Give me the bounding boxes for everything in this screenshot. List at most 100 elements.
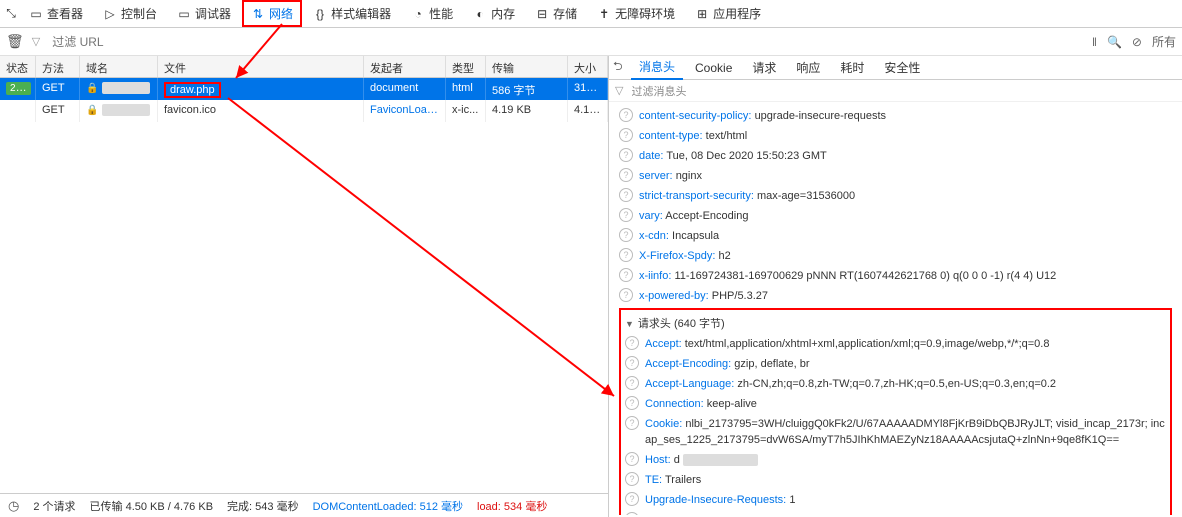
table-row[interactable]: GET 🔒 xxxxxxxx favicon.ico FaviconLoad..… xyxy=(0,100,608,122)
header-value: Accept-Encoding xyxy=(665,210,748,222)
table-header: 状态 方法 域名 文件 发起者 类型 传输 大小 xyxy=(0,56,608,78)
col-transfer[interactable]: 传输 xyxy=(486,56,568,77)
response-header-row: ?X-Firefox-Spdy: h2 xyxy=(619,246,1172,266)
help-icon[interactable]: ? xyxy=(625,416,639,430)
response-header-row: ?x-powered-by: PHP/5.3.27 xyxy=(619,286,1172,306)
help-icon[interactable]: ? xyxy=(625,376,639,390)
header-filter-label[interactable]: 过滤消息头 xyxy=(631,83,686,99)
transferred: 已传输 4.50 KB / 4.76 KB xyxy=(90,498,214,514)
back-icon[interactable]: ⮌ xyxy=(613,57,627,78)
request-header-row: ?Host: d xxxxxxxxxxxxx xyxy=(625,450,1166,470)
help-icon[interactable]: ? xyxy=(619,108,633,122)
perf-icon[interactable]: ◷ xyxy=(8,498,19,514)
tab-accessibility[interactable]: ✝无障碍环境 xyxy=(588,0,684,27)
header-value: h2 xyxy=(718,250,730,262)
filter-all[interactable]: 所有 xyxy=(1152,33,1176,50)
help-icon[interactable]: ? xyxy=(619,208,633,222)
tab-storage[interactable]: ⊟存储 xyxy=(526,0,586,27)
help-icon[interactable]: ? xyxy=(619,128,633,142)
help-icon[interactable]: ? xyxy=(625,396,639,410)
tab-request[interactable]: 请求 xyxy=(744,56,784,79)
cell xyxy=(0,100,36,122)
header-name: Host: xyxy=(645,454,671,466)
help-icon[interactable]: ? xyxy=(619,148,633,162)
cell: draw.php xyxy=(158,78,364,100)
header-name: server: xyxy=(639,170,673,182)
console-icon: ▷ xyxy=(103,7,117,21)
col-domain[interactable]: 域名 xyxy=(80,56,158,77)
file-highlight: draw.php xyxy=(164,82,221,98)
tool-label: 查看器 xyxy=(47,5,83,22)
col-type[interactable]: 类型 xyxy=(446,56,486,77)
cell: 586 字节 xyxy=(486,78,568,100)
tab-memory[interactable]: ◐内存 xyxy=(464,0,524,27)
load-time: load: 534 毫秒 xyxy=(477,498,547,514)
tab-timings[interactable]: 耗时 xyxy=(832,56,872,79)
response-header-row: ?server: nginx xyxy=(619,166,1172,186)
col-size[interactable]: 大小 xyxy=(568,56,608,77)
url-filter-input[interactable] xyxy=(52,35,1084,49)
help-icon[interactable]: ? xyxy=(619,168,633,182)
search-icon[interactable]: 🔍 xyxy=(1107,35,1122,49)
response-header-row: ?content-type: text/html xyxy=(619,126,1172,146)
cell: GET xyxy=(36,78,80,100)
tab-network[interactable]: ⇅网络 xyxy=(242,0,302,27)
request-header-row: ?Accept-Encoding: gzip, deflate, br xyxy=(625,354,1166,374)
col-initiator[interactable]: 发起者 xyxy=(364,56,446,77)
header-name: x-iinfo: xyxy=(639,270,671,282)
col-file[interactable]: 文件 xyxy=(158,56,364,77)
help-icon[interactable]: ? xyxy=(625,452,639,466)
tab-styleeditor[interactable]: {}样式编辑器 xyxy=(304,0,400,27)
redacted-domain: xxxxxxxx xyxy=(102,82,150,94)
header-value: 1 xyxy=(789,494,795,506)
header-name: strict-transport-security: xyxy=(639,190,754,202)
response-header-row: ?date: Tue, 08 Dec 2020 15:50:23 GMT xyxy=(619,146,1172,166)
help-icon[interactable]: ? xyxy=(625,492,639,506)
cell: GET xyxy=(36,100,80,122)
request-headers-toggle[interactable]: 请求头 (640 字节) xyxy=(625,312,1166,334)
dcl-time: DOMContentLoaded: 512 毫秒 xyxy=(313,498,463,514)
header-name: TE: xyxy=(645,474,662,486)
request-count: 2 个请求 xyxy=(33,498,75,514)
header-value: d xyxy=(674,454,680,466)
help-icon[interactable]: ? xyxy=(625,512,639,517)
table-row[interactable]: 200 GET 🔒 xxxxxxxx draw.php document htm… xyxy=(0,78,608,100)
help-icon[interactable]: ? xyxy=(625,356,639,370)
funnel-icon: ▽ xyxy=(32,35,40,48)
clear-icon[interactable]: 🗑 xyxy=(6,33,24,50)
tab-cookie[interactable]: Cookie xyxy=(687,58,740,78)
main-split: 状态 方法 域名 文件 发起者 类型 传输 大小 200 GET 🔒 xxxxx… xyxy=(0,56,1182,517)
tool-label: 无障碍环境 xyxy=(615,5,675,22)
help-icon[interactable]: ? xyxy=(619,228,633,242)
finish-time: 完成: 543 毫秒 xyxy=(227,498,299,514)
tab-response[interactable]: 响应 xyxy=(788,56,828,79)
request-list-panel: 状态 方法 域名 文件 发起者 类型 传输 大小 200 GET 🔒 xxxxx… xyxy=(0,56,609,517)
col-method[interactable]: 方法 xyxy=(36,56,80,77)
tab-security[interactable]: 安全性 xyxy=(876,56,928,79)
help-icon[interactable]: ? xyxy=(619,268,633,282)
tab-console[interactable]: ▷控制台 xyxy=(94,0,166,27)
tab-performance[interactable]: ◔性能 xyxy=(402,0,462,27)
help-icon[interactable]: ? xyxy=(619,188,633,202)
help-icon[interactable]: ? xyxy=(619,248,633,262)
cell: 4.19... xyxy=(568,100,608,122)
help-icon[interactable]: ? xyxy=(625,336,639,350)
tab-inspector[interactable]: ▭查看器 xyxy=(20,0,92,27)
tool-label: 内存 xyxy=(491,5,515,22)
header-value: zh-CN,zh;q=0.8,zh-TW;q=0.7,zh-HK;q=0.5,e… xyxy=(737,378,1056,390)
tab-application[interactable]: ⊞应用程序 xyxy=(686,0,770,27)
help-icon[interactable]: ? xyxy=(619,288,633,302)
picker-icon[interactable]: ⤡ xyxy=(4,7,18,21)
block-icon[interactable]: ⊘ xyxy=(1132,35,1142,49)
styleeditor-icon: {} xyxy=(313,7,327,21)
tab-headers[interactable]: 消息头 xyxy=(631,55,683,80)
pause-icon[interactable]: ‖ xyxy=(1092,35,1097,49)
tool-label: 存储 xyxy=(553,5,577,22)
col-status[interactable]: 状态 xyxy=(0,56,36,77)
header-name: Connection: xyxy=(645,398,704,410)
header-value: Trailers xyxy=(665,474,701,486)
tab-debugger[interactable]: ▭调试器 xyxy=(168,0,240,27)
request-header-row: ?Upgrade-Insecure-Requests: 1 xyxy=(625,490,1166,510)
help-icon[interactable]: ? xyxy=(625,472,639,486)
tool-label: 网络 xyxy=(269,5,293,22)
